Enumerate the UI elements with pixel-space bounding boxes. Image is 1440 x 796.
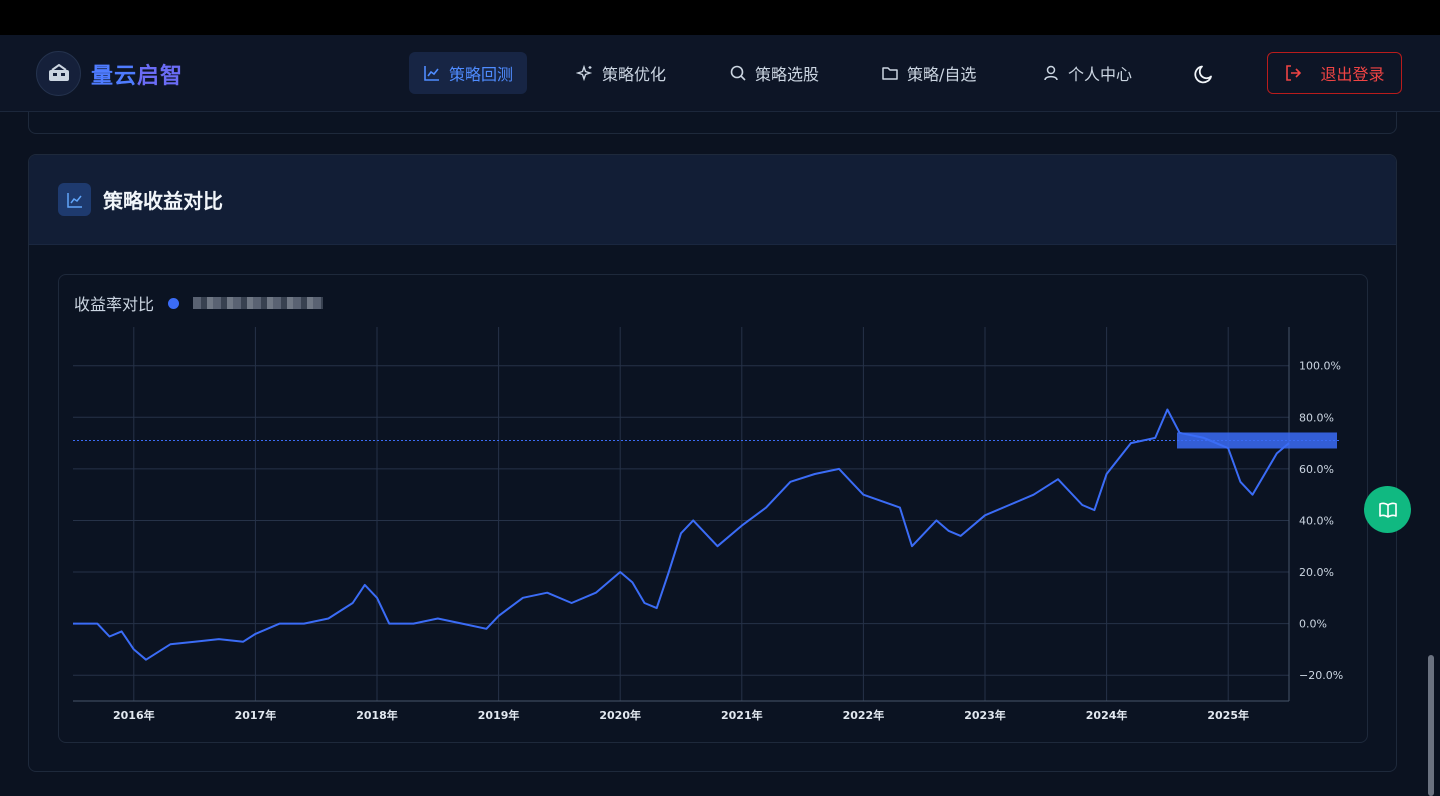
trend-chart-icon: [58, 183, 91, 216]
x-tick-label: 2024年: [1086, 708, 1128, 722]
folder-icon: [882, 67, 898, 80]
nav-label: 个人中心: [1068, 65, 1133, 84]
help-button[interactable]: [1364, 486, 1411, 533]
nav-label: 策略优化: [602, 65, 667, 84]
nav-item-profile[interactable]: 个人中心: [1028, 52, 1146, 94]
scrollbar-thumb[interactable]: [1428, 655, 1434, 796]
card-header: 策略收益对比: [29, 155, 1396, 245]
brand-name: 量云启智: [91, 58, 183, 90]
logout-button[interactable]: 退出登录: [1267, 52, 1402, 94]
y-tick-label: −20.0%: [1299, 669, 1343, 682]
x-tick-label: 2020年: [599, 708, 641, 722]
x-tick-label: 2021年: [721, 708, 763, 722]
search-icon: [730, 65, 746, 81]
x-tick-label: 2025年: [1207, 708, 1249, 722]
logo-icon: [36, 51, 81, 96]
x-tick-label: 2022年: [843, 708, 885, 722]
x-tick-label: 2017年: [235, 708, 277, 722]
window-top-bar: [0, 0, 1440, 35]
y-tick-label: 80.0%: [1299, 411, 1334, 424]
logout-icon: [1286, 65, 1302, 81]
x-tick-label: 2019年: [478, 708, 520, 722]
nav-item-watchlist[interactable]: 策略/自选: [867, 52, 990, 94]
nav-label: 策略选股: [755, 65, 820, 84]
x-tick-label: 2023年: [964, 708, 1006, 722]
book-icon: [1378, 502, 1397, 518]
card-title: 策略收益对比: [103, 189, 223, 213]
theme-toggle-button[interactable]: [1192, 62, 1216, 86]
nav-label: 策略/自选: [907, 65, 977, 84]
x-tick-label: 2018年: [356, 708, 398, 722]
nav-item-stock-pick[interactable]: 策略选股: [715, 52, 833, 94]
brand[interactable]: 量云启智: [36, 51, 183, 96]
logout-label: 退出登录: [1320, 65, 1385, 84]
return-chart: 收益率对比 100.0% 80.0% 60.0% 40.0% 20.0% 0.0% −20.…: [58, 274, 1368, 743]
strategy-return-card: 策略收益对比 收益率对比 100.0% 80.0% 60.0% 40.0% 20.0% 0…: [28, 154, 1397, 772]
moon-icon: [1194, 65, 1212, 84]
navbar: 量云启智 策略回测 策略优化 策略选股 策略/自选 个人中心 退出登录: [0, 35, 1440, 112]
sparkles-icon: [576, 64, 593, 82]
reference-value-tag-redacted: [1177, 432, 1337, 449]
y-tick-label: 60.0%: [1299, 463, 1334, 476]
brand-name-b: 启智: [137, 63, 184, 89]
nav-label: 策略回测: [449, 65, 514, 84]
y-tick-label: 20.0%: [1299, 566, 1334, 579]
y-tick-label: 0.0%: [1299, 618, 1327, 631]
nav-item-optimize[interactable]: 策略优化: [562, 52, 680, 94]
previous-card-bottom: [28, 112, 1397, 134]
user-icon: [1044, 65, 1058, 81]
chart-plot[interactable]: 100.0% 80.0% 60.0% 40.0% 20.0% 0.0% −20.0% 2016…: [59, 275, 1369, 744]
line-chart-icon: [424, 66, 439, 81]
y-tick-label: 100.0%: [1299, 360, 1341, 373]
x-tick-label: 2016年: [113, 708, 155, 722]
brand-name-a: 量云: [91, 63, 138, 89]
nav-item-backtest[interactable]: 策略回测: [409, 52, 528, 94]
y-tick-label: 40.0%: [1299, 514, 1334, 527]
